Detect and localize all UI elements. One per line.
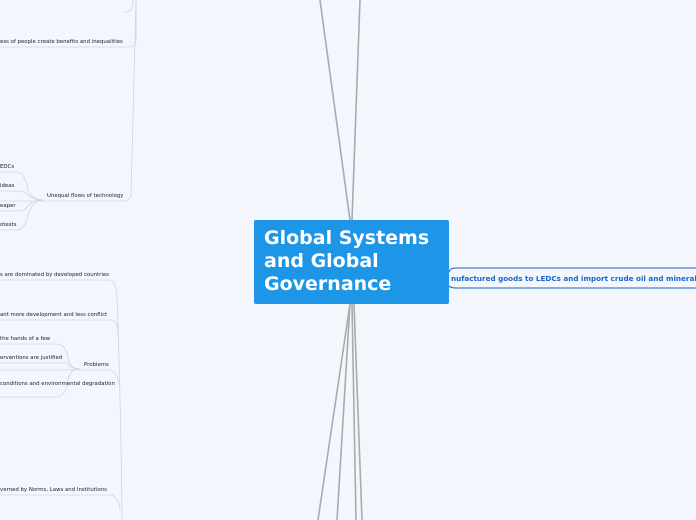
right-branch-underline <box>448 285 696 289</box>
node-benefits-inequalities[interactable]: ess of people create benefits and inequa… <box>0 39 123 46</box>
connector-top-1 <box>319 0 351 221</box>
tree-upper-top <box>124 0 134 13</box>
node-dominated-developed[interactable]: s are dominated by developed countries <box>0 272 109 279</box>
node-ledcs[interactable]: EDCs <box>0 164 14 171</box>
node-cheaper[interactable]: eaper <box>0 203 16 210</box>
tree-lower-branch-2 <box>0 319 119 336</box>
connector-bottom-1 <box>317 303 351 520</box>
right-branch-line <box>448 267 696 273</box>
node-interventions[interactable]: erventions are justified <box>0 355 62 362</box>
problems-branch-2 <box>0 362 81 370</box>
node-conditions-degradation[interactable]: conditions and environmental degradation <box>0 381 115 388</box>
node-problems[interactable]: Problems <box>84 362 109 369</box>
central-topic-title: Global Systems and Global Governance <box>264 227 430 295</box>
connector-bottom-2 <box>336 303 351 520</box>
node-protests[interactable]: otests <box>0 222 16 229</box>
node-hands-of-few[interactable]: the hands of a few <box>0 336 50 343</box>
tree-lower-branch-4 <box>0 494 121 511</box>
tree-upper-curve <box>0 0 137 202</box>
connector-top-2 <box>351 0 361 221</box>
node-ideas[interactable]: ideas <box>0 183 14 190</box>
node-norms-laws[interactable]: verned by Norms, Laws and Institutions <box>0 487 107 494</box>
right-branch-topic[interactable]: nufactured goods to LEDCs and import cru… <box>451 274 696 283</box>
node-unequal-technology[interactable]: Unequal flows of technology <box>47 193 124 200</box>
central-topic[interactable]: Global Systems and Global Governance <box>254 220 449 304</box>
node-more-development[interactable]: ant more development and less conflict <box>0 312 107 319</box>
